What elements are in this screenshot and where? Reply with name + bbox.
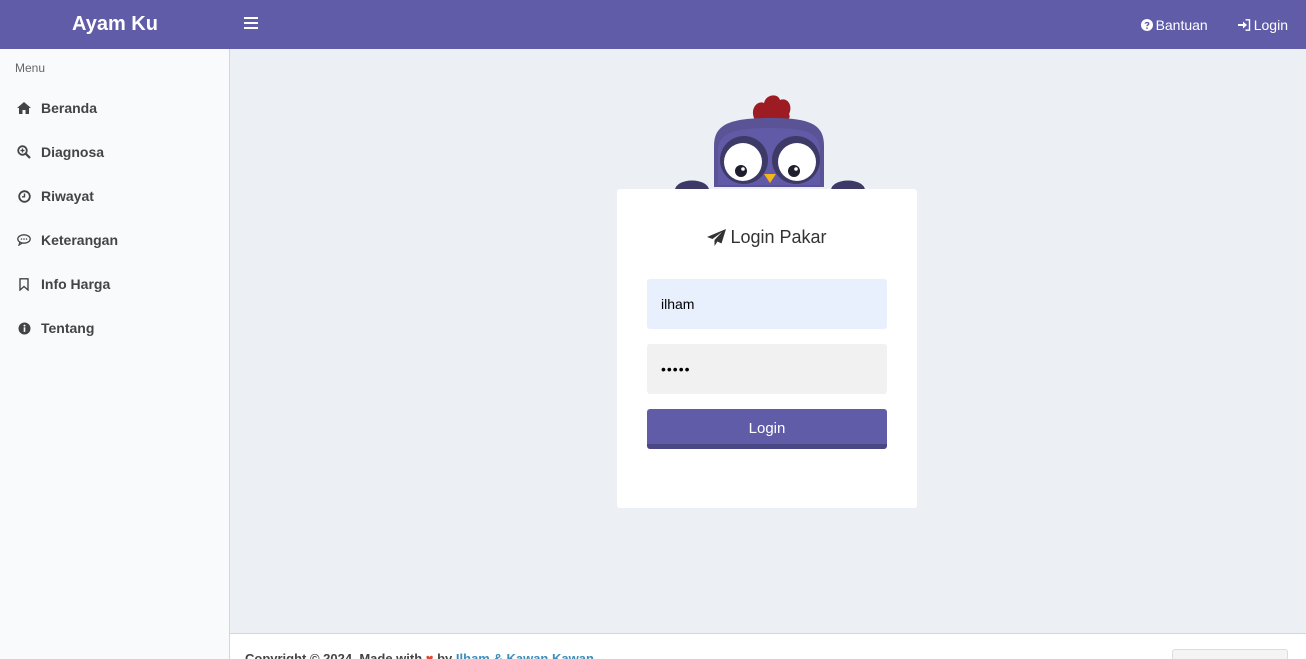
sidebar-item-keterangan[interactable]: Keterangan bbox=[0, 218, 229, 262]
help-label: Bantuan bbox=[1155, 16, 1208, 33]
password-input[interactable] bbox=[647, 344, 887, 394]
sidebar-item-label: Diagnosa bbox=[41, 144, 105, 160]
bookmark-icon bbox=[17, 277, 31, 291]
login-submit-button[interactable]: Login bbox=[647, 409, 887, 449]
username-input[interactable] bbox=[647, 279, 887, 329]
login-card: Login Pakar Login bbox=[617, 189, 917, 508]
home-icon bbox=[17, 101, 31, 115]
login-card-title: Login Pakar bbox=[617, 227, 917, 248]
footer: Copyright © 2024. Made with ♥ by Ilham &… bbox=[230, 633, 1306, 659]
sidebar-item-label: Info Harga bbox=[41, 276, 111, 292]
sidebar-item-label: Tentang bbox=[41, 320, 95, 336]
sidebar-item-label: Riwayat bbox=[41, 188, 94, 204]
navbar-right-menu: Bantuan Login bbox=[1140, 0, 1288, 49]
sidebar-item-beranda[interactable]: Beranda bbox=[0, 86, 229, 130]
owl-mascot-illustration bbox=[675, 95, 865, 200]
login-label: Login bbox=[1253, 16, 1288, 33]
footer-prefix: Copyright © 2024. Made with bbox=[245, 651, 426, 659]
sidebar-toggle-icon[interactable] bbox=[244, 17, 258, 30]
footer-author-link[interactable]: Ilham & Kawan Kawan bbox=[456, 651, 594, 659]
help-link[interactable]: Bantuan bbox=[1140, 16, 1208, 33]
sidebar-item-diagnosa[interactable]: Diagnosa bbox=[0, 130, 229, 174]
footer-copyright: Copyright © 2024. Made with ♥ by Ilham &… bbox=[245, 651, 594, 659]
footer-middle: by bbox=[433, 651, 456, 659]
sidebar-item-riwayat[interactable]: Riwayat bbox=[0, 174, 229, 218]
paper-plane-icon bbox=[707, 229, 727, 246]
clock-icon bbox=[17, 189, 31, 203]
login-link[interactable]: Login bbox=[1237, 16, 1288, 33]
search-plus-icon bbox=[17, 145, 31, 159]
heart-icon: ♥ bbox=[425, 651, 434, 659]
sidebar-item-label: Keterangan bbox=[41, 232, 119, 248]
sidebar-item-info-harga[interactable]: Info Harga bbox=[0, 262, 229, 306]
top-navbar: Ayam Ku Bantuan Login bbox=[0, 0, 1306, 49]
brand-logo[interactable]: Ayam Ku bbox=[0, 0, 230, 49]
sign-in-icon bbox=[1237, 18, 1250, 31]
comment-icon bbox=[17, 233, 31, 247]
login-title-text: Login Pakar bbox=[730, 227, 827, 247]
sidebar: Menu Beranda Diagnosa Riwayat Keterangan… bbox=[0, 49, 230, 659]
sidebar-item-label: Beranda bbox=[41, 100, 98, 116]
info-circle-icon bbox=[17, 321, 31, 335]
sidebar-menu-header: Menu bbox=[15, 61, 46, 75]
question-circle-icon bbox=[1140, 18, 1153, 31]
footer-version-badge bbox=[1172, 649, 1288, 659]
sidebar-item-tentang[interactable]: Tentang bbox=[0, 306, 229, 350]
